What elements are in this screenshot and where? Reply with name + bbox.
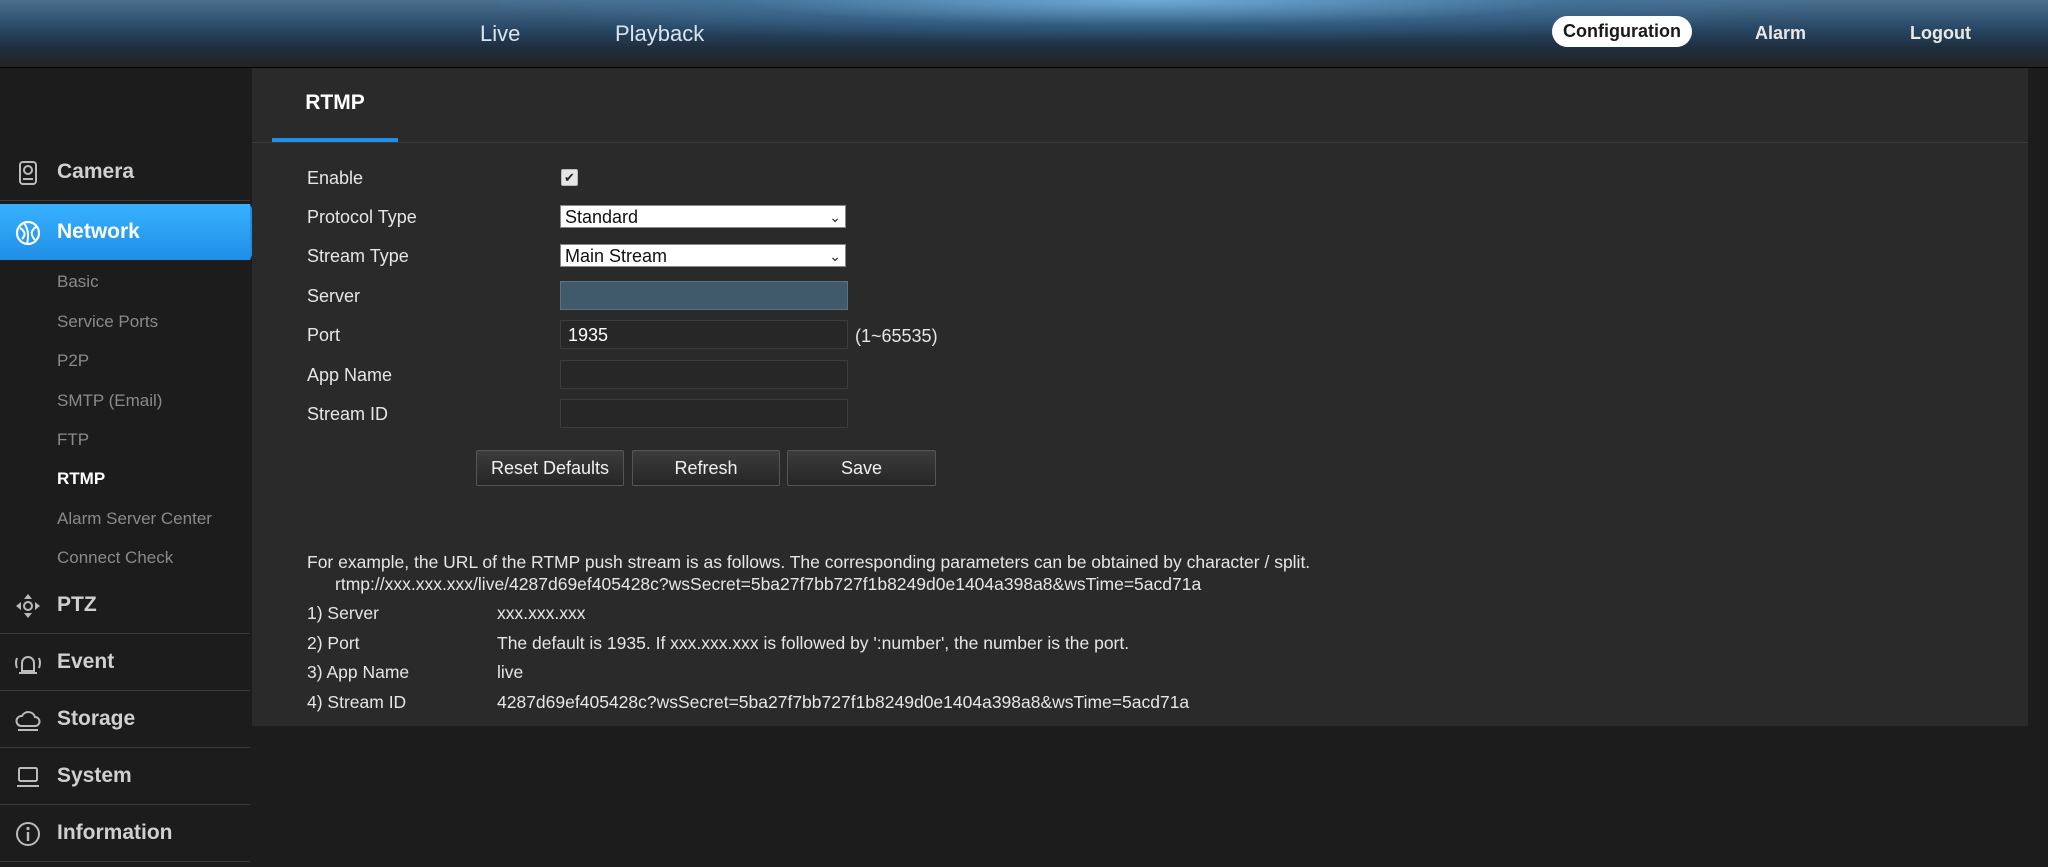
param-value: The default is 1935. If xxx.xxx.xxx is f…: [497, 633, 1130, 653]
nav-configuration[interactable]: Configuration: [1552, 16, 1692, 47]
rtmp-example-url: rtmp://xxx.xxx.xxx/live/4287d69ef405428c…: [335, 574, 1202, 594]
reset-defaults-button[interactable]: Reset Defaults: [476, 450, 624, 486]
information-icon: [16, 822, 40, 846]
app-name-input[interactable]: [560, 360, 848, 389]
protocol-type-select[interactable]: Standard ⌄: [560, 205, 846, 228]
sidebar-category-label: Information: [57, 821, 173, 844]
rtmp-example-intro: For example, the URL of the RTMP push st…: [307, 552, 1311, 572]
storage-icon: [15, 711, 41, 731]
top-navigation-bar: Live Playback Configuration Alarm Logout: [0, 0, 2048, 68]
param-name: 2) Port: [307, 633, 360, 653]
save-button[interactable]: Save: [787, 450, 936, 486]
nav-logout[interactable]: Logout: [1910, 0, 1971, 67]
stream-type-select[interactable]: Main Stream ⌄: [560, 244, 846, 267]
param-value: 4287d69ef405428c?wsSecret=5ba27f7bb727f1…: [497, 692, 1190, 712]
sidebar-category-camera[interactable]: Camera: [0, 144, 250, 201]
event-icon: [15, 656, 41, 674]
stream-id-input[interactable]: [560, 399, 848, 428]
tab-rtmp[interactable]: RTMP: [272, 68, 398, 142]
sidebar-category-label: PTZ: [57, 593, 97, 616]
camera-icon: [19, 161, 37, 185]
sidebar-category-label: Camera: [57, 160, 135, 183]
refresh-button[interactable]: Refresh: [632, 450, 780, 486]
enable-label: Enable: [307, 168, 364, 188]
port-range-hint: (1~65535): [855, 326, 938, 346]
server-input[interactable]: [560, 281, 848, 310]
sidebar-item-ftp[interactable]: FTP: [57, 430, 89, 450]
sidebar-category-network[interactable]: Network: [0, 204, 262, 260]
ptz-icon: [16, 594, 40, 618]
nav-playback[interactable]: Playback: [615, 0, 704, 67]
sidebar-category-system[interactable]: System: [0, 748, 250, 805]
stream-type-value: Main Stream: [565, 246, 668, 266]
protocol-type-value: Standard: [565, 207, 639, 227]
sidebar-category-ptz[interactable]: PTZ: [0, 577, 250, 634]
sidebar-item-basic[interactable]: Basic: [57, 272, 99, 292]
chevron-down-icon: ⌄: [829, 248, 841, 264]
server-label: Server: [307, 286, 361, 306]
port-input[interactable]: 1935: [560, 320, 848, 349]
param-name: 3) App Name: [307, 662, 410, 682]
sidebar-category-label: System: [57, 764, 132, 787]
sidebar-category-label: Event: [57, 650, 115, 673]
stream-type-label: Stream Type: [307, 246, 409, 266]
chevron-down-icon: ⌄: [829, 209, 841, 225]
network-icon: [15, 220, 41, 246]
protocol-type-label: Protocol Type: [307, 207, 417, 227]
sidebar-category-storage[interactable]: Storage: [0, 691, 250, 748]
sidebar-item-rtmp[interactable]: RTMP: [57, 469, 105, 489]
port-label: Port: [307, 325, 341, 345]
sidebar-item-p2p[interactable]: P2P: [57, 351, 89, 371]
param-name: 1) Server: [307, 603, 379, 623]
param-name: 4) Stream ID: [307, 692, 407, 712]
app-name-label: App Name: [307, 365, 393, 385]
nav-live[interactable]: Live: [480, 0, 520, 67]
system-icon: [17, 767, 39, 787]
nav-alarm[interactable]: Alarm: [1755, 0, 1806, 67]
sidebar-category-event[interactable]: Event: [0, 634, 250, 691]
sidebar-category-label: Storage: [57, 707, 136, 730]
main-panel: RTMP Enable ✔ Protocol Type Standard ⌄ S…: [252, 68, 2028, 726]
sidebar-item-alarm-server-center[interactable]: Alarm Server Center: [57, 509, 212, 529]
sidebar-item-connect-check[interactable]: Connect Check: [57, 548, 173, 568]
enable-checkbox[interactable]: ✔: [561, 169, 578, 186]
param-value: xxx.xxx.xxx: [497, 603, 586, 623]
sidebar-category-information[interactable]: Information: [0, 805, 250, 862]
sidebar-item-service-ports[interactable]: Service Ports: [57, 312, 158, 332]
sidebar-category-label: Network: [57, 220, 140, 243]
stream-id-label: Stream ID: [307, 404, 389, 424]
param-value: live: [497, 662, 524, 682]
tab-bar: RTMP: [252, 68, 2028, 143]
sidebar: Camera Network Basic Service Ports P2P S…: [0, 68, 262, 867]
sidebar-item-smtp[interactable]: SMTP (Email): [57, 391, 162, 411]
